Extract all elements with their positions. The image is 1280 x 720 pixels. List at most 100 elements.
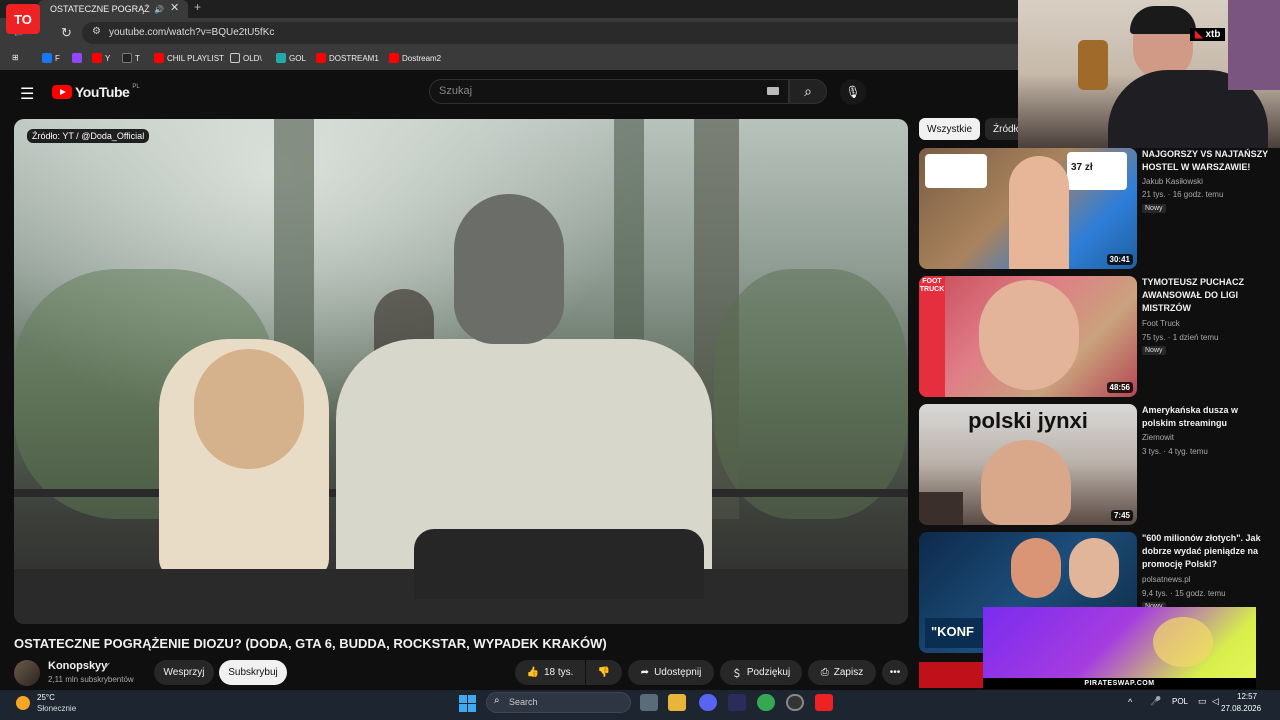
chip-all[interactable]: Wszystkie: [919, 118, 980, 140]
weather-description[interactable]: Słonecznie: [37, 704, 76, 713]
video-player[interactable]: [14, 119, 908, 624]
volume-icon[interactable]: ◁: [1212, 696, 1219, 707]
sun-icon[interactable]: [16, 696, 30, 710]
recommendation-title[interactable]: NAJGORSZY VS NAJTAŃSZY HOSTEL W WARSZAWI…: [1142, 148, 1272, 174]
thanks-button[interactable]: ＄ Podziękuj: [720, 660, 802, 685]
bookmark-item[interactable]: Y: [92, 53, 110, 63]
search-placeholder: Szukaj: [439, 85, 473, 97]
search-icon: ⌕: [804, 83, 812, 99]
video-title: OSTATECZNE POGRĄŻENIE DIOZU? (DODA, GTA …: [14, 636, 607, 651]
weather-temperature[interactable]: 25°C: [37, 693, 55, 702]
recommendation-channel[interactable]: polsatnews.pl: [1142, 575, 1190, 584]
audio-icon[interactable]: 🔊: [154, 5, 164, 14]
language-indicator[interactable]: POL: [1172, 697, 1188, 706]
bookmark-item[interactable]: Dostream2: [389, 53, 441, 63]
clock-date[interactable]: 27.08.2026: [1221, 704, 1261, 713]
dislike-button[interactable]: 👎: [586, 660, 622, 685]
recommendation-meta: 9,4 tys. · 15 godz. temu: [1142, 589, 1226, 598]
site-info-icon[interactable]: ⚙: [92, 26, 101, 37]
apps-icon[interactable]: ⊞: [12, 53, 19, 62]
chrome-icon[interactable]: [757, 694, 775, 711]
stream-logo: TO: [6, 4, 40, 34]
share-button[interactable]: ➦ Udostępnij: [628, 660, 714, 685]
sponsor-logo: ◣ xtb: [1190, 28, 1226, 41]
thumb-text: polski jynxi: [968, 408, 1088, 433]
bookmark-item[interactable]: DOSTREAM1: [316, 53, 379, 63]
taskbar-search-input[interactable]: [486, 692, 631, 713]
youtube-icon: [92, 53, 102, 63]
like-button[interactable]: 👍 18 tys.: [515, 660, 585, 685]
recommendation-thumbnail[interactable]: FOOT TRUCK 48:56: [919, 276, 1137, 397]
recommendation-meta: 3 tys. · 4 tyg. temu: [1142, 447, 1208, 456]
app-icon[interactable]: [815, 694, 833, 711]
discord-icon[interactable]: [699, 694, 717, 711]
recommendation-title[interactable]: "600 milionów złotych". Jak dobrze wydać…: [1142, 532, 1272, 571]
clock-time[interactable]: 12:57: [1237, 692, 1257, 701]
chevron-up-icon[interactable]: ^: [1128, 697, 1132, 707]
search-button[interactable]: ⌕: [789, 79, 827, 104]
save-button[interactable]: ⎙ Zapisz: [808, 660, 876, 685]
recommendation-channel[interactable]: Jakub Kasiłowski: [1142, 177, 1203, 186]
browser-tab[interactable]: OSTATECZNE POGRĄŻENIE 🔊: [38, 0, 188, 18]
bookmark-item[interactable]: CHIL PLAYLIST: [154, 53, 224, 63]
thumbs-up-icon: 👍: [526, 667, 539, 678]
bookmarks-bar: [0, 48, 1018, 70]
bookmark-item[interactable]: T: [122, 53, 140, 63]
youtube-logo[interactable]: YouTube PL: [52, 84, 140, 100]
source-badge: Źródło: YT / @Doda_Official: [27, 129, 150, 143]
thumbs-down-icon: 👎: [597, 667, 611, 678]
support-button[interactable]: Wesprzyj: [154, 660, 214, 685]
bookmark-folder[interactable]: OLD\: [230, 53, 262, 63]
search-input[interactable]: [429, 79, 789, 104]
verified-icon: ✔: [104, 661, 111, 670]
region-code: PL: [132, 84, 140, 90]
app-icon[interactable]: [728, 694, 746, 711]
tab-title: OSTATECZNE POGRĄŻENIE: [50, 4, 150, 14]
task-view-icon[interactable]: [640, 694, 658, 711]
new-tab-button[interactable]: +: [194, 0, 201, 14]
channel-avatar[interactable]: [14, 660, 40, 686]
menu-icon[interactable]: ☰: [20, 84, 34, 104]
like-count: 18 tys.: [543, 667, 574, 678]
x-icon: [122, 53, 132, 63]
gol-icon: [276, 53, 286, 63]
network-icon[interactable]: ▭: [1198, 696, 1207, 707]
bookmark-item[interactable]: [72, 53, 82, 63]
subscribe-button[interactable]: Subskrybuj: [219, 660, 287, 685]
channel-name[interactable]: Konopskyy: [48, 660, 107, 672]
folder-icon: [230, 53, 240, 63]
tab-close-button[interactable]: ✕: [170, 1, 179, 14]
video-duration: 30:41: [1106, 254, 1133, 265]
more-actions-button[interactable]: •••: [882, 660, 908, 685]
ad-banner[interactable]: [983, 607, 1256, 689]
url-text[interactable]: youtube.com/watch?v=BQUe2tU5fKc: [109, 27, 274, 38]
keyboard-icon[interactable]: [767, 87, 779, 95]
file-explorer-icon[interactable]: [668, 694, 686, 711]
youtube-logo-text: YouTube: [75, 84, 130, 100]
recommendation-thumbnail[interactable]: [919, 662, 983, 688]
recommendation-meta: 21 tys. · 16 godz. temu: [1142, 190, 1224, 199]
bookmark-item[interactable]: F: [42, 53, 60, 63]
bookmark-icon: ⎙: [820, 667, 829, 678]
streamer-webcam: ◣ xtb: [1018, 0, 1280, 148]
mic-icon[interactable]: 🎤: [1150, 696, 1161, 707]
recommendation-thumbnail[interactable]: 37 zł 30:41: [919, 148, 1137, 269]
video-duration: 7:45: [1110, 510, 1133, 521]
recommendation-channel[interactable]: Foot Truck: [1142, 319, 1180, 328]
voice-search-button[interactable]: 🎙: [840, 79, 866, 105]
ad-text[interactable]: PIRATESWAP.COM: [983, 678, 1256, 689]
share-icon: ➦: [640, 667, 650, 678]
start-button[interactable]: [459, 695, 476, 712]
refresh-icon[interactable]: ↻: [61, 25, 72, 41]
subscriber-count: 2,11 mln subskrybentów: [48, 675, 134, 684]
twitch-icon: [72, 53, 82, 63]
obs-icon[interactable]: [786, 694, 804, 711]
recommendation-title[interactable]: Amerykańska dusza w polskim streamingu: [1142, 404, 1272, 430]
recommendation-title[interactable]: TYMOTEUSZ PUCHACZ AWANSOWAŁ DO LIGI MIST…: [1142, 276, 1272, 315]
recommendation-channel[interactable]: Ziemowit: [1142, 433, 1174, 442]
bookmark-item[interactable]: GOL: [276, 53, 306, 63]
new-badge: Nowy: [1142, 346, 1166, 355]
search-icon: ⌕: [494, 695, 500, 706]
recommendation-thumbnail[interactable]: polski jynxi 7:45: [919, 404, 1137, 525]
recommendation-meta: 75 tys. · 1 dzień temu: [1142, 333, 1219, 342]
